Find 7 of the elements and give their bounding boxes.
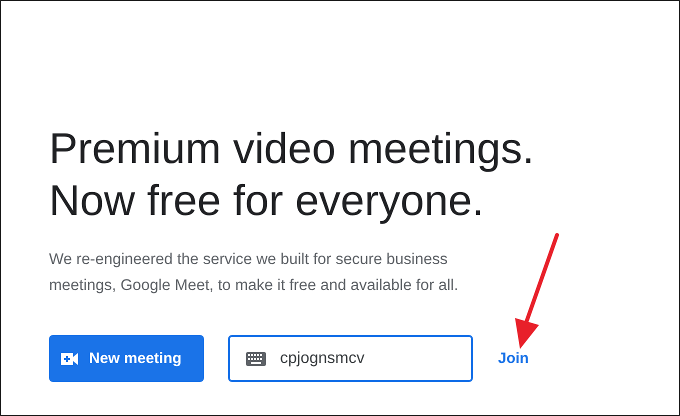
meeting-code-field[interactable]: cpjognsmcv <box>228 335 473 382</box>
headline: Premium video meetings. Now free for everyone. <box>49 124 536 227</box>
new-meeting-button[interactable]: New meeting <box>49 335 204 382</box>
video-camera-icon <box>61 352 79 366</box>
join-link[interactable]: Join <box>498 350 529 367</box>
description: We re-engineered the service we built for secure business meetings, Google Meet, to make it free and available for all. <box>49 250 460 296</box>
keyboard-icon <box>246 352 266 366</box>
